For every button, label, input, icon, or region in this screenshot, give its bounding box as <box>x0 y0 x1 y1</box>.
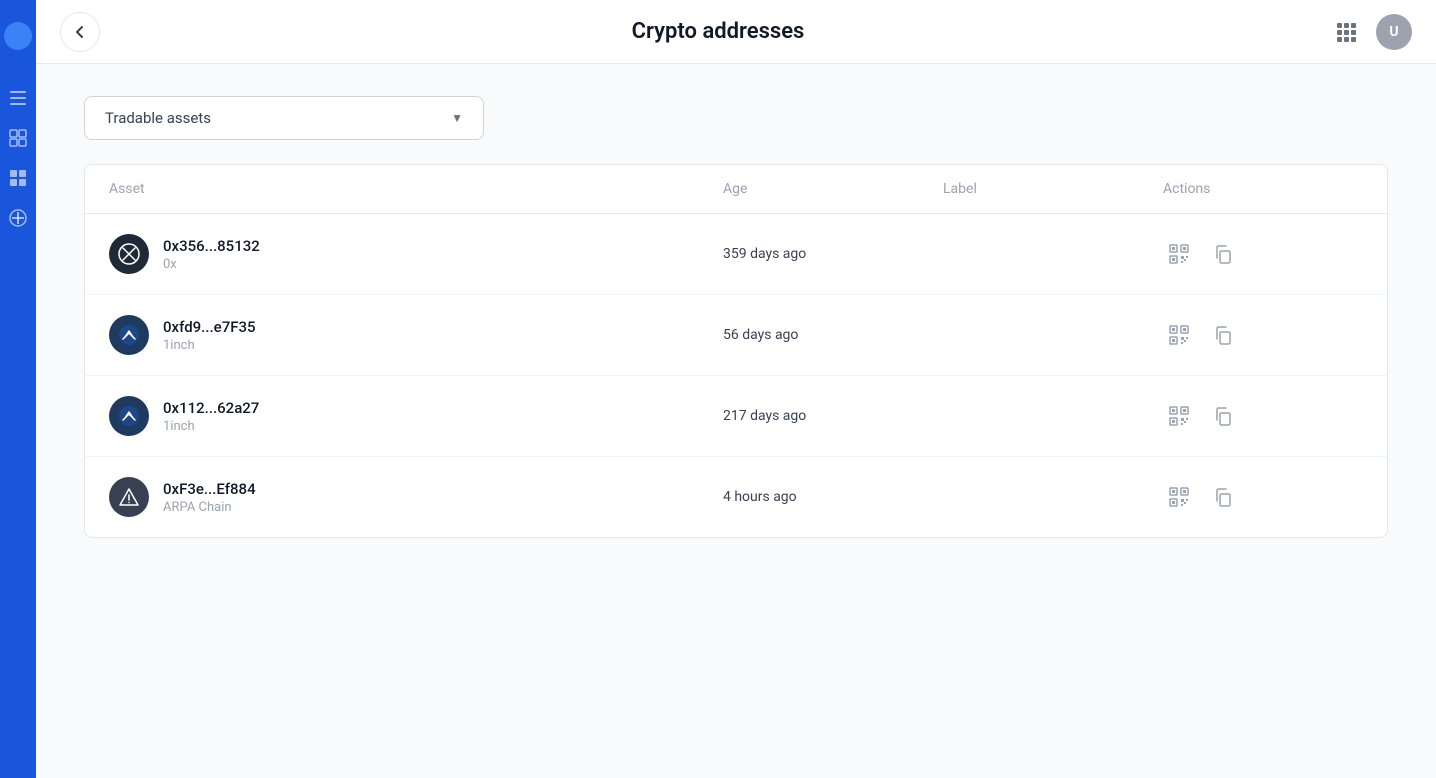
asset-ticker-3: 1inch <box>163 419 259 434</box>
table-row: 0xfd9...e7F35 1inch 56 days ago <box>85 295 1387 376</box>
main-wrapper: Crypto addresses U <box>36 0 1436 778</box>
dropdown-arrow-icon: ▼ <box>451 111 463 125</box>
actions-cell-1 <box>1163 238 1363 270</box>
page-title: Crypto addresses <box>632 19 805 44</box>
asset-info-1: 0x356...85132 0x <box>163 237 260 272</box>
sidebar-nav <box>0 80 36 236</box>
tradable-assets-dropdown[interactable]: Tradable assets ▼ <box>84 96 484 140</box>
back-button[interactable] <box>60 12 100 52</box>
copy-button-3[interactable] <box>1207 400 1239 432</box>
column-age: Age <box>723 181 943 197</box>
asset-ticker-1: 0x <box>163 257 260 272</box>
asset-cell-1: 0x356...85132 0x <box>109 234 723 274</box>
content-area: Tradable assets ▼ Asset Age Label Action… <box>36 64 1436 778</box>
asset-icon-1 <box>109 234 149 274</box>
table-row: 0x112...62a27 1inch 217 days ago <box>85 376 1387 457</box>
asset-icon-4 <box>109 477 149 517</box>
asset-cell-2: 0xfd9...e7F35 1inch <box>109 315 723 355</box>
table-row: 0xF3e...Ef884 ARPA Chain 4 hours ago <box>85 457 1387 537</box>
copy-button-4[interactable] <box>1207 481 1239 513</box>
age-cell-3: 217 days ago <box>723 408 943 424</box>
column-actions: Actions <box>1163 181 1363 197</box>
sidebar-item-1[interactable] <box>0 80 36 116</box>
grid-icon[interactable] <box>1328 14 1364 50</box>
sidebar-item-2[interactable] <box>0 120 36 156</box>
asset-address-2: 0xfd9...e7F35 <box>163 318 256 336</box>
asset-ticker-4: ARPA Chain <box>163 500 256 515</box>
sidebar-item-4[interactable] <box>0 200 36 236</box>
asset-icon-2 <box>109 315 149 355</box>
actions-cell-2 <box>1163 319 1363 351</box>
column-asset: Asset <box>109 181 723 197</box>
column-label: Label <box>943 181 1163 197</box>
addresses-table: Asset Age Label Actions 0x356 <box>84 164 1388 538</box>
age-cell-1: 359 days ago <box>723 246 943 262</box>
table-header: Asset Age Label Actions <box>85 165 1387 214</box>
asset-cell-3: 0x112...62a27 1inch <box>109 396 723 436</box>
user-avatar[interactable]: U <box>1376 14 1412 50</box>
header-left <box>60 12 100 52</box>
logo-circle <box>4 22 32 50</box>
age-cell-4: 4 hours ago <box>723 489 943 505</box>
asset-address-1: 0x356...85132 <box>163 237 260 255</box>
header-right: U <box>1328 14 1412 50</box>
copy-button-1[interactable] <box>1207 238 1239 270</box>
sidebar-logo <box>0 8 36 64</box>
dropdown-container: Tradable assets ▼ <box>84 96 1388 140</box>
table-row: 0x356...85132 0x 359 days ago <box>85 214 1387 295</box>
age-cell-2: 56 days ago <box>723 327 943 343</box>
qr-code-button-2[interactable] <box>1163 319 1195 351</box>
actions-cell-3 <box>1163 400 1363 432</box>
actions-cell-4 <box>1163 481 1363 513</box>
dropdown-selected-value: Tradable assets <box>105 109 211 127</box>
asset-info-4: 0xF3e...Ef884 ARPA Chain <box>163 480 256 515</box>
qr-code-button-4[interactable] <box>1163 481 1195 513</box>
copy-button-2[interactable] <box>1207 319 1239 351</box>
asset-address-3: 0x112...62a27 <box>163 399 259 417</box>
asset-icon-3 <box>109 396 149 436</box>
asset-address-4: 0xF3e...Ef884 <box>163 480 256 498</box>
sidebar <box>0 0 36 778</box>
asset-info-2: 0xfd9...e7F35 1inch <box>163 318 256 353</box>
qr-code-button-1[interactable] <box>1163 238 1195 270</box>
header: Crypto addresses U <box>36 0 1436 64</box>
asset-cell-4: 0xF3e...Ef884 ARPA Chain <box>109 477 723 517</box>
asset-ticker-2: 1inch <box>163 338 256 353</box>
sidebar-item-3[interactable] <box>0 160 36 196</box>
qr-code-button-3[interactable] <box>1163 400 1195 432</box>
asset-info-3: 0x112...62a27 1inch <box>163 399 259 434</box>
